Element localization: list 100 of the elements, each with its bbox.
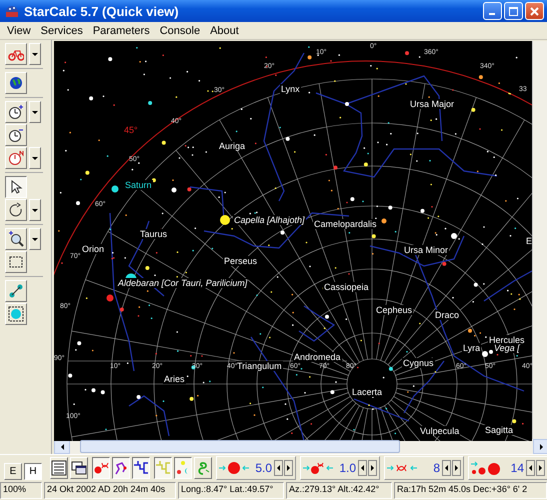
view-mode-button[interactable]: E <box>4 463 22 480</box>
windows-icon <box>71 460 87 476</box>
magnitude-icon <box>471 460 501 476</box>
dropdown-button[interactable] <box>29 147 41 169</box>
dashed-rectangle-icon <box>8 254 24 270</box>
rotate-icon <box>8 202 24 218</box>
clock-reset-tool-button[interactable] <box>5 147 27 169</box>
constellation-label: Vulpecula <box>419 426 460 436</box>
spinner-control[interactable]: 5.0 <box>216 456 296 480</box>
spinner-value: 1.0 <box>338 461 356 475</box>
constellation-label: Ursa Minor <box>403 245 450 255</box>
constellation-label: Lacerta <box>351 387 384 397</box>
spinner-control[interactable]: 1.0 <box>300 456 380 480</box>
constellation-label: Perseus <box>223 256 258 266</box>
star-name-icon <box>93 460 109 476</box>
star-label: Capella [Alhajoth] <box>233 215 306 225</box>
connected-circles-icon <box>8 283 24 299</box>
vertical-scrollbar[interactable] <box>532 41 547 439</box>
decrease-button[interactable] <box>526 460 535 476</box>
maximize-button[interactable] <box>504 2 523 20</box>
status-field: 100% <box>0 482 42 499</box>
windows-toggle-button[interactable] <box>70 457 88 479</box>
constellation-label: Cassiopeia <box>323 282 370 292</box>
view-mode-button[interactable]: H <box>24 463 42 480</box>
horizontal-scrollbar[interactable] <box>54 439 547 454</box>
constellation-label: Camelopardalis <box>313 219 378 229</box>
app-icon <box>4 3 20 19</box>
status-field: Az.:279.13° Alt.:42.42° <box>286 482 392 499</box>
increase-button[interactable] <box>284 460 293 476</box>
planet-label: Saturn <box>124 180 153 190</box>
clock-plus-tool-button[interactable] <box>5 101 27 123</box>
boundary-lines-icon <box>133 460 149 476</box>
constellation-label: Ursa Major <box>409 99 456 109</box>
menu-item[interactable]: About <box>205 24 244 36</box>
menu-item[interactable]: Services <box>36 24 88 36</box>
globe-tool-button[interactable] <box>5 72 27 94</box>
constellation-label: Sagitta <box>484 425 514 435</box>
constellation-label: Draco <box>434 310 460 320</box>
clock-minus-icon <box>8 127 24 143</box>
menu-item[interactable]: Console <box>154 24 206 36</box>
star-names-toggle-button[interactable] <box>92 457 110 479</box>
window-title: StarCalc 5.7 (Quick view) <box>24 4 180 18</box>
select-rect-tool-button[interactable] <box>5 251 27 273</box>
constellation-label: Orion <box>81 244 106 254</box>
constellation-lines-toggle-button[interactable] <box>112 457 130 479</box>
zoom-tool-button[interactable] <box>5 228 27 250</box>
dropdown-button[interactable] <box>29 199 41 221</box>
dropdown-button[interactable] <box>29 101 41 123</box>
circle-selection-icon <box>8 306 24 322</box>
constellation-label: E <box>525 236 532 246</box>
constellation-label: Triangulum <box>236 361 283 371</box>
increase-button[interactable] <box>536 460 545 476</box>
boundaries-toggle-button[interactable] <box>132 457 150 479</box>
clock-plus-icon <box>8 104 24 120</box>
select-circle-tool-button[interactable] <box>5 303 27 325</box>
dropdown-button[interactable] <box>29 43 41 65</box>
pointer-tool-button[interactable] <box>5 176 27 198</box>
constellation-lines-icon <box>113 460 129 476</box>
clock-minus-tool-button[interactable] <box>5 124 27 146</box>
star-label: Vega [ <box>493 343 521 353</box>
zoom-icon <box>8 231 24 247</box>
star-label-size-icon <box>303 460 333 476</box>
constellation-label: Aries <box>163 374 186 384</box>
constellation-label: Auriga <box>218 141 246 151</box>
spinner-value: 5.0 <box>254 461 272 475</box>
menu-item[interactable]: Parameters <box>88 24 155 36</box>
dropdown-button[interactable] <box>29 228 41 250</box>
menu-item[interactable]: View <box>2 24 36 36</box>
constellation-label: Lyra <box>462 343 482 353</box>
constellation-label: Cepheus <box>375 305 414 315</box>
minimize-button[interactable] <box>483 2 502 20</box>
star-size-icon <box>219 460 249 476</box>
connect-tool-button[interactable] <box>5 280 27 302</box>
maximize-icon <box>509 6 518 16</box>
decrease-button[interactable] <box>274 460 283 476</box>
constellation-label: Lynx <box>280 84 301 94</box>
table-icon <box>51 460 67 476</box>
planets-toggle-button[interactable] <box>174 457 192 479</box>
spiral-toggle-button[interactable] <box>194 457 212 479</box>
horizon-degree-label: 45° <box>124 125 138 135</box>
scrollbar-thumb[interactable] <box>80 440 400 453</box>
increase-button[interactable] <box>368 460 377 476</box>
star-label: Aldebaran [Cor Tauri, Parilicium] <box>117 278 248 288</box>
increase-button[interactable] <box>452 460 461 476</box>
globe-icon <box>8 75 24 91</box>
spinner-control[interactable]: 14 <box>468 456 547 480</box>
decrease-button[interactable] <box>442 460 451 476</box>
constellation-label: Cygnus <box>402 358 435 368</box>
constellation-label: Andromeda <box>293 352 342 362</box>
status-field: Long.:8.47° Lat.:49.57° <box>178 482 284 499</box>
rotate-tool-button[interactable] <box>5 199 27 221</box>
scroll-right-button[interactable] <box>533 439 547 454</box>
boundaries-alt-toggle-button[interactable] <box>154 457 172 479</box>
clock-icon <box>8 150 24 166</box>
decrease-button[interactable] <box>358 460 367 476</box>
spinner-control[interactable]: 8 <box>384 456 464 480</box>
close-button[interactable] <box>525 2 544 20</box>
bicycle-tool-button[interactable] <box>5 43 27 65</box>
close-icon <box>530 6 539 16</box>
table-toggle-button[interactable] <box>50 457 68 479</box>
